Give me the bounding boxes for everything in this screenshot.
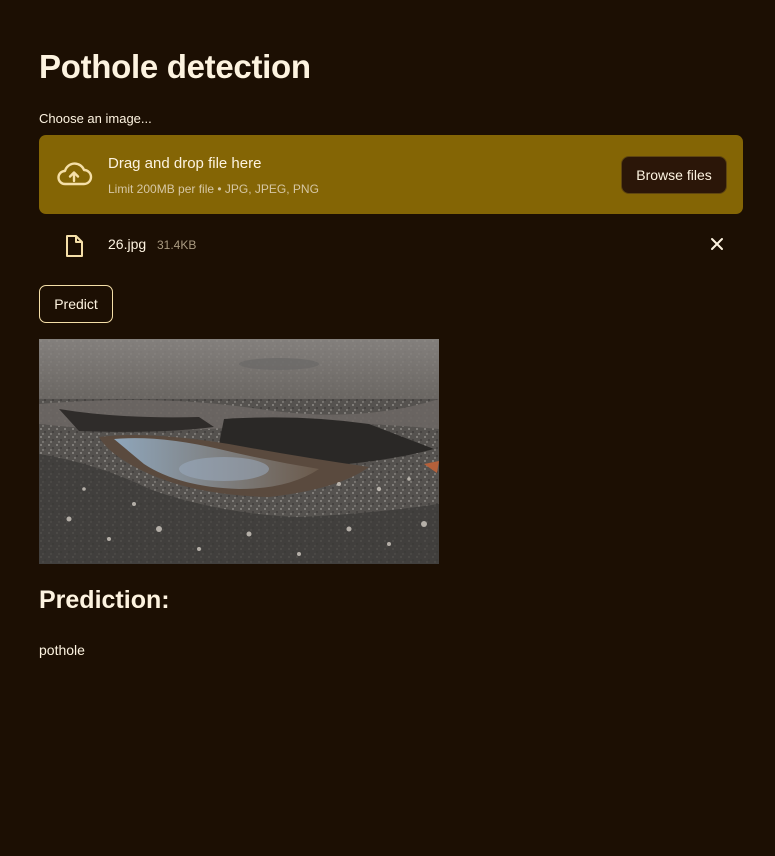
app-page: Pothole detection Choose an image... Dra… (0, 0, 775, 856)
file-dropzone[interactable]: Drag and drop file here Limit 200MB per … (39, 135, 743, 214)
uploaded-image-preview (39, 339, 439, 564)
cloud-upload-icon (57, 162, 93, 186)
page-title: Pothole detection (39, 48, 311, 85)
file-icon (66, 235, 83, 257)
file-size: 31.4KB (157, 238, 197, 252)
file-name: 26.jpg (108, 236, 147, 252)
uploaded-file-item: 26.jpg 31.4KB (39, 226, 743, 264)
uploader-label: Choose an image... (39, 111, 152, 126)
dropzone-limit-text: Limit 200MB per file • JPG, JPEG, PNG (108, 182, 319, 196)
close-icon[interactable] (707, 234, 727, 254)
predict-button[interactable]: Predict (39, 285, 113, 323)
dropzone-instructions: Drag and drop file here (108, 155, 262, 172)
pothole-photo (39, 339, 439, 564)
prediction-heading: Prediction: (39, 586, 170, 614)
prediction-value: pothole (39, 642, 85, 658)
browse-files-button[interactable]: Browse files (621, 156, 727, 194)
